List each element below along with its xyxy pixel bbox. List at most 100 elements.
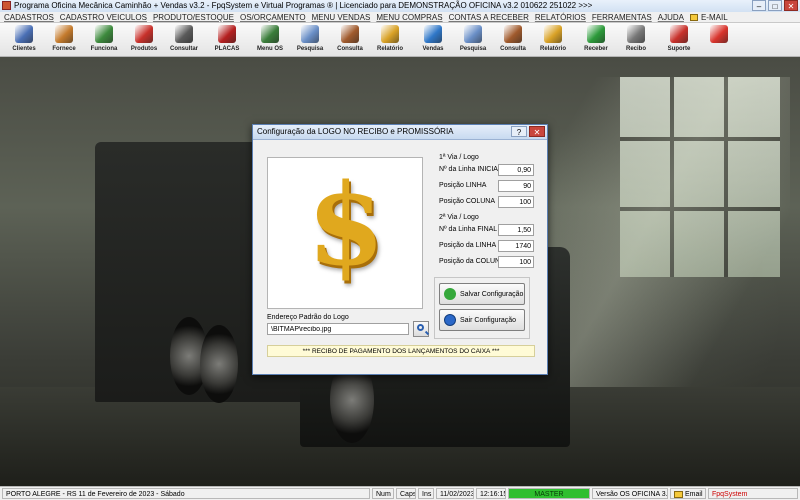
posicao-linha-input[interactable] [498,180,534,192]
dialog-close-button[interactable]: ✕ [529,126,545,137]
toolbar-button-label: Produtos [130,46,158,52]
linha-inicial-input[interactable] [498,164,534,176]
truck-wheel [200,325,238,403]
via1-title: 1ª Via / Logo [439,154,479,161]
save-config-label: Salvar Configuração [460,290,524,298]
dialog-title-bar: Configuração da LOGO NO RECIBO e PROMISS… [253,125,547,140]
toolbar-button[interactable]: Relatório [533,23,573,57]
toolbar-button-label: Fornece [52,46,76,52]
via2-row-posicao-coluna: Posição da COLUNA [439,256,534,268]
consult-doc-icon [504,25,522,43]
field-label: Posição da LINHA [439,242,497,249]
exit-icon [444,314,456,326]
search-icon [417,324,424,331]
products-icon [135,25,153,43]
field-label: Posição da COLUNA [439,258,505,265]
toolbar-button-label: PLACAS [214,46,240,52]
report-icon [544,25,562,43]
clients-icon [15,25,33,43]
posicao-coluna-input[interactable] [498,196,534,208]
check-icon [444,288,456,300]
menu-item[interactable]: MENU COMPRAS [376,13,442,22]
posicao-da-linha-input[interactable] [498,240,534,252]
toolbar-button[interactable]: Vendas [413,23,453,57]
toolbar-button-label: Pesquisa [296,46,324,52]
toolbar-button[interactable]: Relatório [370,23,410,57]
toolbar-button[interactable]: Pesquisa [453,23,493,57]
status-email-label: Email [685,491,703,498]
dialog-help-button[interactable]: ? [511,126,527,137]
dialog-title: Configuração da LOGO NO RECIBO e PROMISS… [257,127,454,136]
toolbar-button[interactable]: Funciona [84,23,124,57]
toolbar-button-label: Relatório [376,46,403,52]
menu-item[interactable]: AJUDA [658,13,684,22]
dollar-logo-icon: $ [307,160,385,291]
employee-icon [95,25,113,43]
linha-final-input[interactable] [498,224,534,236]
email-icon [674,490,683,498]
menu-bar: CADASTROS CADASTRO VEICULOS PRODUTO/ESTOQU… [0,12,800,23]
app-icon [2,1,11,10]
menu-item[interactable]: CADASTROS [4,13,54,22]
logo-config-dialog: Configuração da LOGO NO RECIBO e PROMISS… [252,124,548,375]
status-ins: Ins [418,488,434,499]
maximize-button[interactable]: □ [768,0,782,11]
toolbar-button[interactable]: Consulta [493,23,533,57]
status-user-badge: MASTER [508,488,590,499]
browse-logo-button[interactable] [413,321,429,337]
via2-title: 2ª Via / Logo [439,214,479,221]
toolbar-button[interactable]: Suporte [659,23,699,57]
close-button[interactable]: ✕ [784,0,798,11]
toolbar-button-label: Menu OS [256,46,283,52]
field-label: Nº da Linha INICIAL [439,166,502,173]
supplier-icon [55,25,73,43]
field-label: Nº da Linha FINAL [439,226,498,233]
status-date: 11/02/2023 [436,488,474,499]
toolbar-button-label: Suporte [667,46,691,52]
receipt-icon [627,25,645,43]
menu-item[interactable]: RELATÓRIOS [535,13,586,22]
status-time: 12:16:15 [476,488,506,499]
save-config-button[interactable]: Salvar Configuração [439,283,525,305]
toolbar-button[interactable]: Recibo [616,23,656,57]
status-num: Num [372,488,394,499]
menu-item[interactable]: CONTAS A RECEBER [449,13,529,22]
search-doc-icon [464,25,482,43]
status-brand: FpqSystem [708,488,798,499]
logo-path-label: Endereço Padrão do Logo [267,314,349,321]
menu-item[interactable]: FERRAMENTAS [592,13,652,22]
status-location: PORTO ALEGRE - RS 11 de Fevereiro de 202… [2,488,370,499]
status-email[interactable]: Email [670,488,706,499]
window-title: Programa Oficina Mecânica Caminhão + Ven… [14,1,593,10]
toolbar-button-label: Vendas [422,46,444,52]
toolbar-button[interactable]: Consulta [330,23,370,57]
via2-row-linha-final: Nº da Linha FINAL [439,224,534,236]
toolbar-button[interactable]: Clientes [4,23,44,57]
toolbar-button-label: Pesquisa [459,46,487,52]
toolbar-button[interactable]: Menu OS [250,23,290,57]
menu-item[interactable]: CADASTRO VEICULOS [60,13,147,22]
toolbar-button[interactable]: Produtos [124,23,164,57]
minimize-button[interactable]: – [752,0,766,11]
status-version: Versão OS OFICINA 3.2 [592,488,668,499]
exit-config-button[interactable]: Sair Configuração [439,309,525,331]
toolbar-button[interactable]: PLACAS [207,23,247,57]
menu-item-email[interactable]: E-MAIL [701,13,728,22]
field-label: Posição LINHA [439,182,487,189]
clipboard-icon [261,25,279,43]
logo-path-input[interactable] [267,323,409,335]
toolbar-button[interactable]: Receber [576,23,616,57]
toolbar-button[interactable]: Consultar [164,23,204,57]
via2-row-posicao-linha: Posição da LINHA [439,240,534,252]
toolbar-button[interactable]: Fornece [44,23,84,57]
toolbar-button-label: Funciona [90,46,118,52]
truck-icon [218,25,236,43]
toolbar-button[interactable]: Pesquisa [290,23,330,57]
consult-icon [175,25,193,43]
menu-item[interactable]: PRODUTO/ESTOQUE [153,13,234,22]
toolbar-button[interactable] [699,23,739,57]
menu-item[interactable]: OS/ORÇAMENTO [240,13,306,22]
report-icon [381,25,399,43]
posicao-da-coluna-input[interactable] [498,256,534,268]
menu-item[interactable]: MENU VENDAS [312,13,371,22]
